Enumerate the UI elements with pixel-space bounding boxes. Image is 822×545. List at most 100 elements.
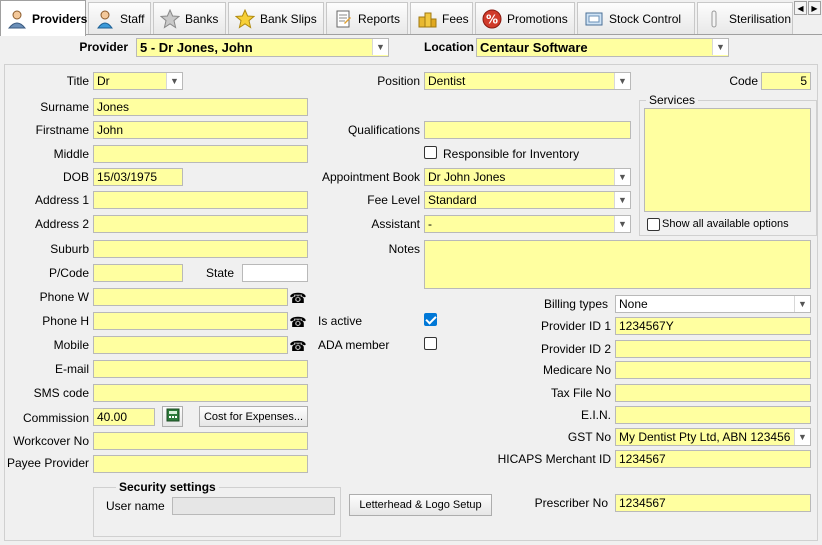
gst-value: My Dentist Pty Ltd, ABN 123456 (619, 430, 791, 444)
position-select[interactable]: Dentist ▼ (424, 72, 631, 90)
phoneh-input[interactable] (93, 312, 288, 330)
services-list[interactable] (644, 108, 811, 212)
tax-file-label: Tax File No (550, 386, 611, 400)
chevron-down-icon: ▼ (166, 73, 182, 89)
phone-icon[interactable]: ☎ (289, 338, 307, 354)
surname-input[interactable]: Jones (93, 98, 308, 116)
code-label: Code (729, 74, 758, 88)
tab-staff[interactable]: Staff (88, 2, 151, 34)
tab-stock-control[interactable]: Stock Control (577, 2, 695, 34)
title-label: Title (66, 74, 89, 88)
address2-input[interactable] (93, 215, 308, 233)
suburb-input[interactable] (93, 240, 308, 258)
responsible-inventory-label: Responsible for Inventory (443, 147, 580, 161)
ein-input[interactable] (615, 406, 811, 424)
title-select-value: Dr (97, 74, 110, 88)
is-active-checkbox[interactable] (424, 313, 437, 326)
tab-scroll-left-button[interactable]: ◀ (794, 1, 807, 15)
dob-input[interactable]: 15/03/1975 (93, 168, 183, 186)
billing-types-select[interactable]: None ▼ (615, 295, 811, 313)
address1-label: Address 1 (34, 193, 89, 207)
provider-select-value: 5 - Dr Jones, John (140, 40, 253, 55)
tab-sterilisation[interactable]: Sterilisation (697, 2, 793, 34)
assistant-label: Assistant (371, 217, 420, 231)
state-input[interactable] (242, 264, 308, 282)
phonew-label: Phone W (39, 290, 89, 304)
username-input[interactable] (172, 497, 335, 515)
username-label: User name (106, 499, 165, 513)
stock-icon (584, 9, 604, 29)
fee-level-value: Standard (428, 193, 477, 207)
location-label: Location (424, 40, 474, 54)
medicare-input[interactable] (615, 361, 811, 379)
qualifications-label: Qualifications (347, 123, 420, 137)
prescriber-input[interactable]: 1234567 (615, 494, 811, 512)
tab-reports[interactable]: Reports (326, 2, 408, 34)
tab-providers[interactable]: Providers (0, 0, 87, 36)
address1-input[interactable] (93, 191, 308, 209)
calculator-button[interactable] (162, 406, 183, 427)
workcover-input[interactable] (93, 432, 308, 450)
tab-banks[interactable]: Banks (153, 2, 226, 34)
svg-text:%: % (486, 12, 498, 26)
phone-icon[interactable]: ☎ (289, 290, 307, 306)
sms-input[interactable] (93, 384, 308, 402)
provider-id2-input[interactable] (615, 340, 811, 358)
tab-label: Staff (120, 11, 145, 26)
chevron-left-icon: ◀ (797, 3, 804, 13)
medicare-label: Medicare No (542, 363, 611, 377)
tab-label: Banks (185, 11, 219, 26)
middle-input[interactable] (93, 145, 308, 163)
security-settings-title: Security settings (116, 480, 219, 494)
provider-select[interactable]: 5 - Dr Jones, John ▼ (136, 38, 389, 57)
assistant-value: - (428, 217, 432, 231)
prescriber-label: Prescriber No (534, 496, 608, 510)
tab-promotions[interactable]: % Promotions (475, 2, 575, 34)
ada-member-checkbox[interactable] (424, 337, 437, 350)
mobile-input[interactable] (93, 336, 288, 354)
tax-file-input[interactable] (615, 384, 811, 402)
chevron-right-icon: ▶ (811, 3, 818, 13)
report-icon (333, 9, 353, 29)
appointment-book-select[interactable]: Dr John Jones ▼ (424, 168, 631, 186)
payee-label: Payee Provider (6, 456, 89, 470)
commission-label: Commission (22, 411, 89, 425)
email-input[interactable] (93, 360, 308, 378)
fee-level-select[interactable]: Standard ▼ (424, 191, 631, 209)
letterhead-logo-setup-button[interactable]: Letterhead & Logo Setup (349, 494, 492, 516)
fee-level-label: Fee Level (367, 193, 420, 207)
show-all-options-label: Show all available options (662, 218, 789, 230)
tab-bank-slips[interactable]: Bank Slips (228, 2, 324, 34)
cost-for-expenses-button[interactable]: Cost for Expenses... (199, 406, 308, 427)
hicaps-input[interactable]: 1234567 (615, 450, 811, 468)
provider-label: Provider (79, 40, 128, 54)
phoneh-label: Phone H (42, 314, 89, 328)
assistant-select[interactable]: - ▼ (424, 215, 631, 233)
show-all-options-checkbox[interactable] (647, 218, 660, 231)
payee-input[interactable] (93, 455, 308, 473)
mobile-label: Mobile (53, 338, 89, 352)
code-input[interactable]: 5 (761, 72, 811, 90)
surname-label: Surname (40, 100, 89, 114)
provider-id1-input[interactable]: 1234567Y (615, 317, 811, 335)
qualifications-input[interactable] (424, 121, 631, 139)
firstname-input[interactable]: John (93, 121, 308, 139)
phone-icon[interactable]: ☎ (289, 314, 307, 330)
tab-label: Stock Control (609, 11, 682, 26)
phonew-input[interactable] (93, 288, 288, 306)
sms-label: SMS code (33, 386, 89, 400)
email-label: E-mail (54, 362, 89, 376)
calculator-icon (166, 408, 180, 425)
commission-input[interactable]: 40.00 (93, 408, 155, 426)
tab-scroll-right-button[interactable]: ▶ (808, 1, 821, 15)
notes-textarea[interactable] (424, 240, 811, 289)
location-select[interactable]: Centaur Software ▼ (476, 38, 729, 57)
star-icon (159, 8, 181, 29)
pcode-input[interactable] (93, 264, 183, 282)
gst-select[interactable]: My Dentist Pty Ltd, ABN 123456 ▼ (615, 428, 811, 446)
responsible-inventory-checkbox[interactable] (424, 146, 437, 159)
appointment-book-label: Appointment Book (321, 170, 420, 184)
title-select[interactable]: Dr ▼ (93, 72, 183, 90)
hicaps-label: HICAPS Merchant ID (497, 452, 611, 466)
tab-fees[interactable]: Fees (410, 2, 473, 34)
